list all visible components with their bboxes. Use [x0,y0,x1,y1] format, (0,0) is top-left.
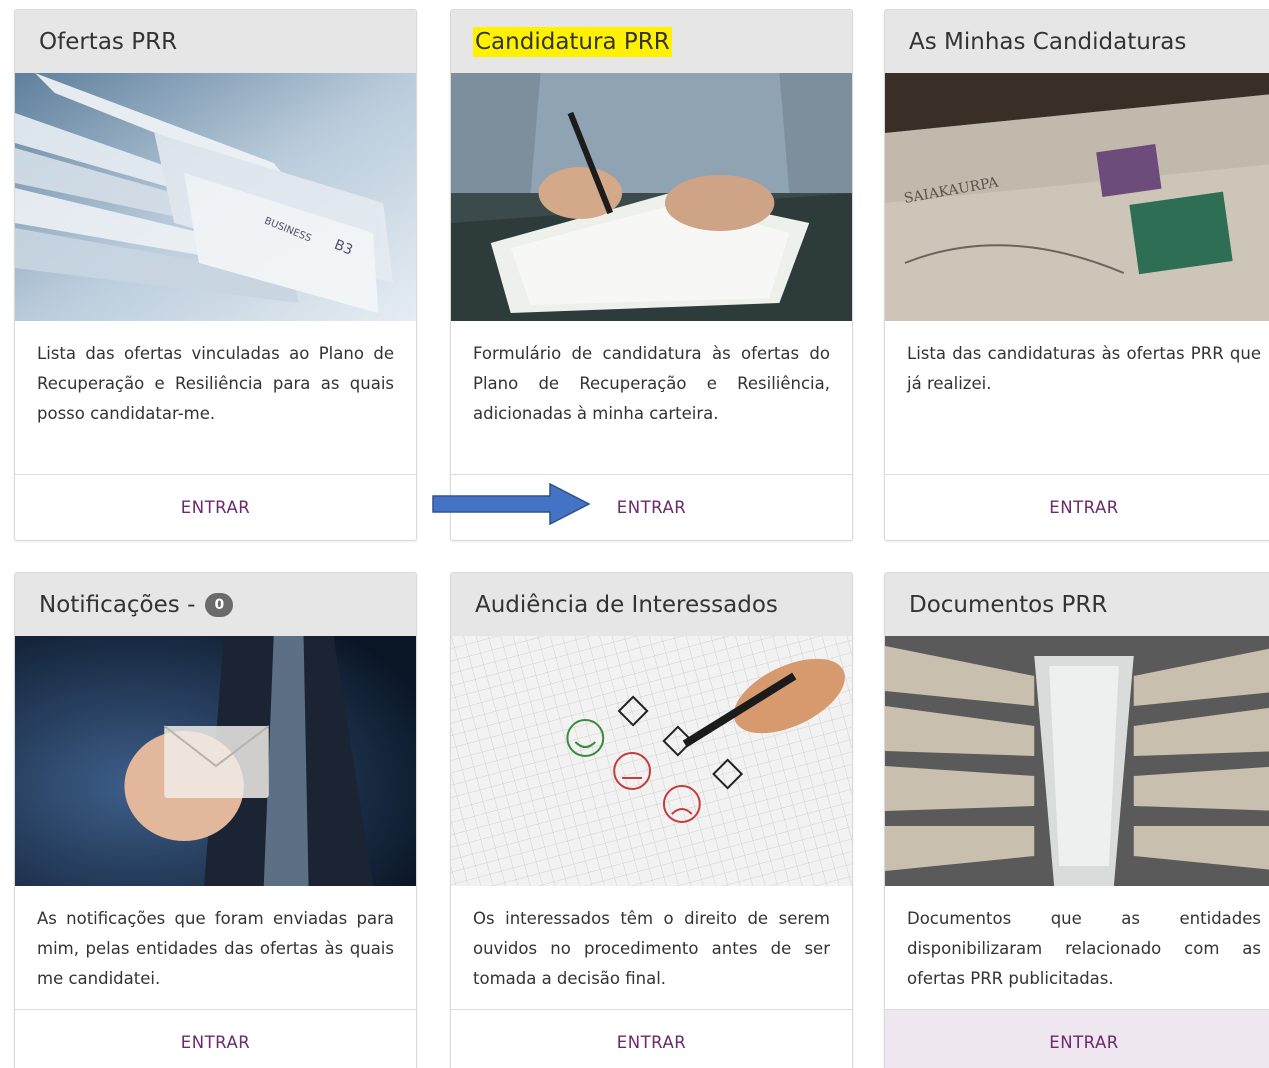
card-header: As Minhas Candidaturas [885,10,1269,73]
archive-shelves-image [885,636,1269,886]
card-description: As notificações que foram enviadas para … [15,886,416,1010]
survey-checkboxes-image [451,636,852,886]
card-description: Formulário de candidatura às ofertas do … [451,321,852,475]
envelope-touch-image [15,636,416,886]
enter-button[interactable]: ENTRAR [15,1010,416,1068]
card-header: Candidatura PRR [451,10,852,73]
enter-button[interactable]: ENTRAR [451,1010,852,1068]
old-envelope-image: SAIAKAURPA [885,73,1269,321]
notification-count-badge: 0 [205,592,234,617]
card-notificacoes: Notificações - 0 As notificações que for… [14,572,417,1068]
card-minhas-candidaturas: As Minhas Candidaturas SAIAKAURPA Lista … [884,9,1269,541]
card-title: Notificações - [39,591,196,618]
card-header: Notificações - 0 [15,573,416,636]
enter-button[interactable]: ENTRAR [15,475,416,539]
newspapers-image: BUSINESS B3 [15,73,416,321]
card-title: Audiência de Interessados [475,591,778,618]
card-candidatura-prr: Candidatura PRR Formulário de candidatur… [450,9,853,541]
card-description: Lista das candidaturas às ofertas PRR qu… [885,321,1269,475]
card-title: As Minhas Candidaturas [909,28,1187,55]
card-title: Candidatura PRR [473,26,672,57]
card-ofertas-prr: Ofertas PRR BUSINESS B3 Lista das oferta… [14,9,417,541]
card-description: Lista das ofertas vinculadas ao Plano de… [15,321,416,475]
enter-button[interactable]: ENTRAR [885,475,1269,539]
signing-document-image [451,73,852,321]
card-description: Documentos que as entidades disponibiliz… [885,886,1269,1010]
annotation-arrow-icon [432,482,591,526]
enter-button[interactable]: ENTRAR [885,1010,1269,1068]
card-documentos-prr: Documentos PRR Documentos que as entidad… [884,572,1269,1068]
card-title: Documentos PRR [909,591,1108,618]
card-audiencia-interessados: Audiência de Interessados Os interessado… [450,572,853,1068]
card-header: Audiência de Interessados [451,573,852,636]
card-header: Documentos PRR [885,573,1269,636]
card-description: Os interessados têm o direito de serem o… [451,886,852,1010]
card-header: Ofertas PRR [15,10,416,73]
card-title: Ofertas PRR [39,28,178,55]
